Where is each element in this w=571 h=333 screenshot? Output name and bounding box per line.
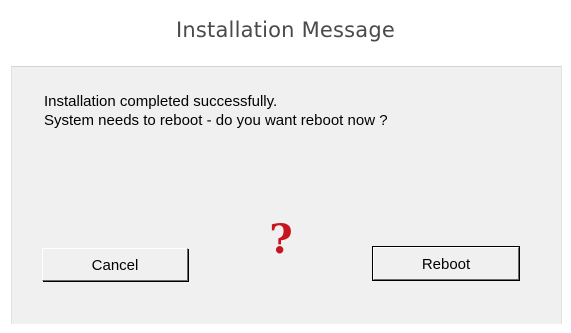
title-bar[interactable]: Installation Message (0, 0, 571, 66)
reboot-button-label: Reboot (421, 256, 471, 273)
dialog-body: Installation completed successfully. Sys… (11, 66, 562, 324)
cancel-button[interactable]: Cancel (42, 248, 188, 281)
installation-message-dialog: Installation Message Installation comple… (0, 0, 571, 333)
message-text: Installation completed successfully. Sys… (44, 92, 388, 130)
question-icon: ? (269, 216, 293, 263)
message-line-1: Installation completed successfully. (44, 93, 278, 110)
reboot-button[interactable]: Reboot (372, 246, 520, 281)
window-title: Installation Message (175, 18, 396, 42)
message-line-2: System needs to reboot - do you want reb… (44, 112, 388, 129)
